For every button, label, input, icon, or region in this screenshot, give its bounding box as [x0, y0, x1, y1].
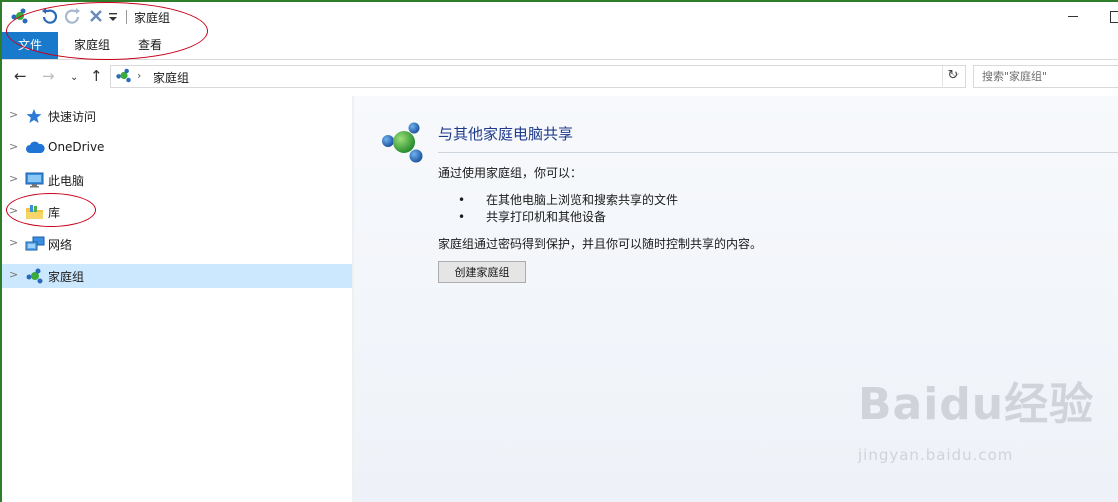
- intro-text: 通过使用家庭组，你可以：: [438, 166, 583, 180]
- nav-item-libraries[interactable]: > 库: [2, 200, 352, 224]
- delete-icon[interactable]: [88, 8, 104, 27]
- breadcrumb-chevron-icon[interactable]: ›: [137, 69, 141, 82]
- nav-item-this-pc[interactable]: > 此电脑: [2, 168, 352, 192]
- back-arrow-icon[interactable]: ←: [14, 68, 27, 84]
- address-bar[interactable]: › 家庭组 ⌵: [110, 65, 966, 88]
- nav-item-label: 此电脑: [48, 174, 85, 188]
- navigation-pane: > 快速访问 > OneDrive > 此电脑 > 库 > 网络 > 家庭组: [2, 96, 352, 502]
- homegroup-content: 与其他家庭电脑共享 通过使用家庭组，你可以： • 在其他电脑上浏览和搜索共享的文件…: [354, 96, 1118, 502]
- nav-item-label: 快速访问: [48, 110, 97, 124]
- nav-item-label: 家庭组: [48, 270, 85, 284]
- expand-chevron-icon[interactable]: >: [9, 140, 18, 153]
- feature-bullet: • 共享打印机和其他设备: [458, 210, 607, 224]
- homegroup-icon: [25, 268, 45, 287]
- homegroup-icon: [380, 122, 426, 167]
- tab-view[interactable]: 查看: [126, 32, 174, 59]
- explorer-window: 家庭组 文件 家庭组 查看 ← → ⌄ ↑ › 家庭组 ⌵ ↻ >: [2, 2, 1118, 502]
- search-box[interactable]: [973, 65, 1118, 88]
- navigation-bar: ← → ⌄ ↑ › 家庭组 ⌵ ↻: [2, 60, 1118, 94]
- title-bar: 家庭组: [2, 2, 1118, 32]
- title-divider: [438, 152, 1118, 153]
- nav-item-onedrive[interactable]: > OneDrive: [2, 136, 352, 160]
- cloud-icon: [25, 140, 45, 159]
- maximize-button[interactable]: [1110, 11, 1118, 23]
- up-arrow-icon[interactable]: ↑: [90, 68, 103, 84]
- computer-icon: [25, 172, 45, 191]
- nav-item-label: 网络: [48, 238, 73, 252]
- expand-chevron-icon[interactable]: >: [9, 268, 18, 281]
- create-homegroup-button[interactable]: 创建家庭组: [438, 261, 526, 283]
- ribbon-tabs: 文件 家庭组 查看: [2, 32, 1118, 60]
- title-separator: [126, 10, 127, 24]
- feature-bullet: • 在其他电脑上浏览和搜索共享的文件: [458, 193, 679, 207]
- window-title: 家庭组: [134, 11, 171, 25]
- bullet-text: 在其他电脑上浏览和搜索共享的文件: [486, 193, 679, 207]
- network-icon: [25, 236, 45, 255]
- bullet-text: 共享打印机和其他设备: [486, 210, 607, 224]
- undo-icon[interactable]: [40, 8, 58, 27]
- minimize-button[interactable]: [1068, 16, 1078, 17]
- recent-locations-chevron-icon[interactable]: ⌄: [70, 70, 78, 86]
- forward-arrow-icon[interactable]: →: [42, 68, 55, 84]
- nav-item-network[interactable]: > 网络: [2, 232, 352, 256]
- expand-chevron-icon[interactable]: >: [9, 108, 18, 121]
- nav-item-homegroup[interactable]: > 家庭组: [2, 264, 352, 288]
- star-icon: [25, 108, 43, 127]
- expand-chevron-icon[interactable]: >: [9, 236, 18, 249]
- refresh-icon[interactable]: ↻: [942, 66, 963, 86]
- search-input[interactable]: [980, 66, 1118, 87]
- homegroup-icon[interactable]: [10, 8, 30, 27]
- nav-item-quick-access[interactable]: > 快速访问: [2, 104, 352, 128]
- nav-item-label: OneDrive: [48, 140, 105, 154]
- library-folder-icon: [25, 204, 45, 223]
- tab-homegroup[interactable]: 家庭组: [60, 32, 124, 59]
- homegroup-icon: [115, 68, 133, 86]
- tab-file[interactable]: 文件: [2, 32, 58, 59]
- nav-item-label: 库: [48, 206, 61, 220]
- customize-toolbar-dropdown-icon[interactable]: [108, 12, 118, 26]
- content-title: 与其他家庭电脑共享: [438, 125, 574, 143]
- breadcrumb-homegroup[interactable]: 家庭组: [153, 69, 189, 86]
- description-text: 家庭组通过密码得到保护，并且你可以随时控制共享的内容。: [438, 237, 763, 251]
- redo-icon[interactable]: [64, 8, 82, 27]
- expand-chevron-icon[interactable]: >: [9, 204, 18, 217]
- expand-chevron-icon[interactable]: >: [9, 172, 18, 185]
